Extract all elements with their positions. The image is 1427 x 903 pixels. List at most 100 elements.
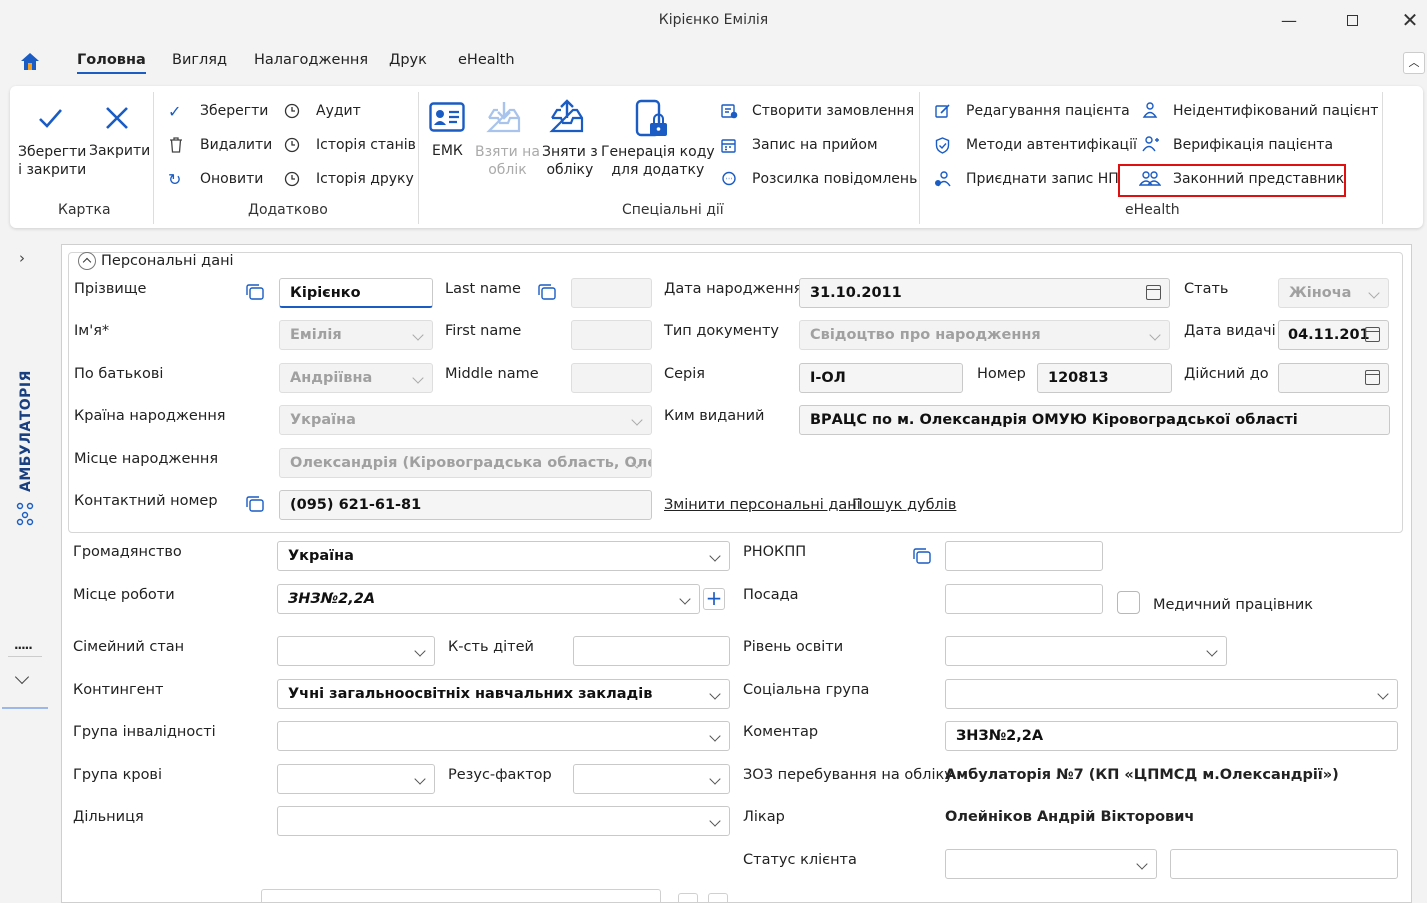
series-input[interactable]: І-ОЛ [799,363,963,393]
label-medic: Медичний працівник [1153,597,1314,613]
tab-print[interactable]: Друк [389,52,427,74]
add-work-button[interactable]: + [703,588,725,610]
last-name-input[interactable] [571,278,652,308]
copy-last-name-icon[interactable] [538,284,556,304]
tab-settings[interactable]: Налагодження [254,52,368,74]
citizenship-select[interactable]: Україна [277,541,730,571]
number-input[interactable]: 120813 [1037,363,1172,393]
state-history-button[interactable]: Історія станів [316,137,416,153]
save-button[interactable]: Зберегти [200,103,268,119]
bottom-button[interactable] [678,893,698,903]
side-accent-line [2,707,48,709]
refresh-button[interactable]: Оновити [200,171,263,187]
ambulatory-tab[interactable]: АМБУЛАТОРІЯ [12,370,40,500]
personal-data-title: Персональні дані [101,253,238,269]
education-select[interactable] [945,636,1227,666]
status-extra-input[interactable] [1170,849,1398,879]
label-comment: Коментар [743,724,819,740]
surname-input[interactable]: Кірієнко [279,278,433,308]
collapse-group-icon[interactable] [78,252,96,270]
first-name-input[interactable] [571,320,652,350]
label-issued-by: Ким виданий [664,408,765,424]
expand-chevron-icon[interactable]: › [19,249,25,267]
issued-by-input[interactable]: ВРАЦС по м. Олександрія ОМУЮ Кіровоградс… [799,405,1390,435]
comment-input[interactable]: ЗНЗ№2,2А [945,721,1398,751]
children-input[interactable] [573,636,730,666]
edit-patient-button[interactable]: Редагування пацієнта [966,103,1130,119]
collapse-ribbon-button[interactable]: ︿ [1403,52,1425,74]
send-messages-button[interactable]: Розсилка повідомлень [752,171,917,187]
legal-rep-button[interactable]: Законний представник [1173,171,1344,187]
name-select[interactable]: Емілія [279,320,433,350]
phone-input[interactable]: (095) 621-61-81 [279,490,652,520]
label-status: Статус клієнта [743,852,857,868]
bottom-button[interactable] [708,893,728,903]
save-close-button[interactable]: Зберегти і закрити [18,143,86,179]
label-work: Місце роботи [73,587,175,603]
tab-view[interactable]: Вигляд [172,52,227,74]
calendar-icon[interactable] [1365,370,1380,385]
verify-patient-button[interactable]: Верифікація пацієнта [1173,137,1333,153]
calendar-icon[interactable] [1365,327,1380,342]
district-select[interactable] [277,806,730,836]
copy-surname-icon[interactable] [246,284,264,304]
create-order-button[interactable]: Створити замовлення [752,103,914,119]
generate-code-button[interactable]: Генерація коду для додатку [601,143,715,179]
appointment-button[interactable]: Запис на прийом [752,137,878,153]
rh-select[interactable] [573,764,730,794]
unidentified-patient-button[interactable]: Неідентифікований пацієнт [1173,103,1378,119]
home-icon[interactable] [20,52,40,75]
rnokpp-input[interactable] [945,541,1103,571]
country-select[interactable]: Україна [279,405,652,435]
family-select[interactable] [277,636,435,666]
remove-register-button[interactable]: Зняти з обліку [542,143,598,179]
take-register-button[interactable]: Взяти на облік [475,143,540,179]
join-record-button[interactable]: Приєднати запис НП [966,171,1119,187]
maximize-button[interactable] [1332,6,1372,34]
label-doc-type: Тип документу [664,323,779,339]
blood-select[interactable] [277,764,435,794]
issue-date-input[interactable]: 04.11.201 [1278,320,1389,350]
position-input[interactable] [945,584,1103,614]
find-duplicates-link[interactable]: Пошук дублів [852,497,956,513]
delete-button[interactable]: Видалити [200,137,272,153]
disability-select[interactable] [277,721,730,751]
change-personal-data-link[interactable]: Змінити персональні дані [664,497,861,513]
birth-date-input[interactable]: 31.10.2011 [799,278,1170,308]
patronymic-select[interactable]: Андріївна [279,363,433,393]
audit-button[interactable]: Аудит [316,103,361,119]
take-register-icon [486,100,522,138]
status-select[interactable] [945,849,1157,879]
checkmark-icon [36,104,64,136]
minimize-button[interactable]: — [1269,6,1309,34]
calendar-icon[interactable] [1146,285,1161,300]
valid-to-input[interactable] [1278,363,1389,393]
label-valid-to: Дійсний до [1184,366,1269,382]
social-select[interactable] [945,679,1398,709]
trash-icon [169,137,183,157]
work-select[interactable]: ЗНЗ№2,2А [277,584,700,614]
label-issue-date: Дата видачі [1184,323,1276,339]
bottom-field[interactable] [261,889,661,903]
people-group-icon [15,502,35,530]
label-surname: Прізвище [74,281,147,297]
close-window-button[interactable]: ✕ [1390,6,1427,34]
issue-date-value: 04.11.201 [1288,327,1370,343]
tab-home[interactable]: Головна [77,52,146,74]
copy-phone-icon[interactable] [246,496,264,516]
copy-rnokpp-icon[interactable] [913,548,931,568]
phone-lock-icon [634,99,672,143]
medic-checkbox[interactable] [1117,591,1140,614]
birthplace-select[interactable]: Олександрія (Кіровоградська область, Оле… [279,448,652,478]
label-education: Рівень освіти [743,639,844,655]
close-button[interactable]: Закрити [89,143,150,159]
middle-name-input[interactable] [571,363,652,393]
auth-methods-button[interactable]: Методи автентифікації [966,137,1137,153]
sex-select[interactable]: Жіноча [1278,278,1389,308]
tab-ehealth[interactable]: eHealth [458,52,515,74]
print-history-button[interactable]: Історія друку [316,171,414,187]
side-dots[interactable]: ..... [14,638,33,652]
doc-type-select[interactable]: Свідоцтво про народження [799,320,1170,350]
emk-button[interactable]: ЕМК [432,143,463,159]
contingent-select[interactable]: Учні загальноосвітніх навчальних закладі… [277,679,730,709]
